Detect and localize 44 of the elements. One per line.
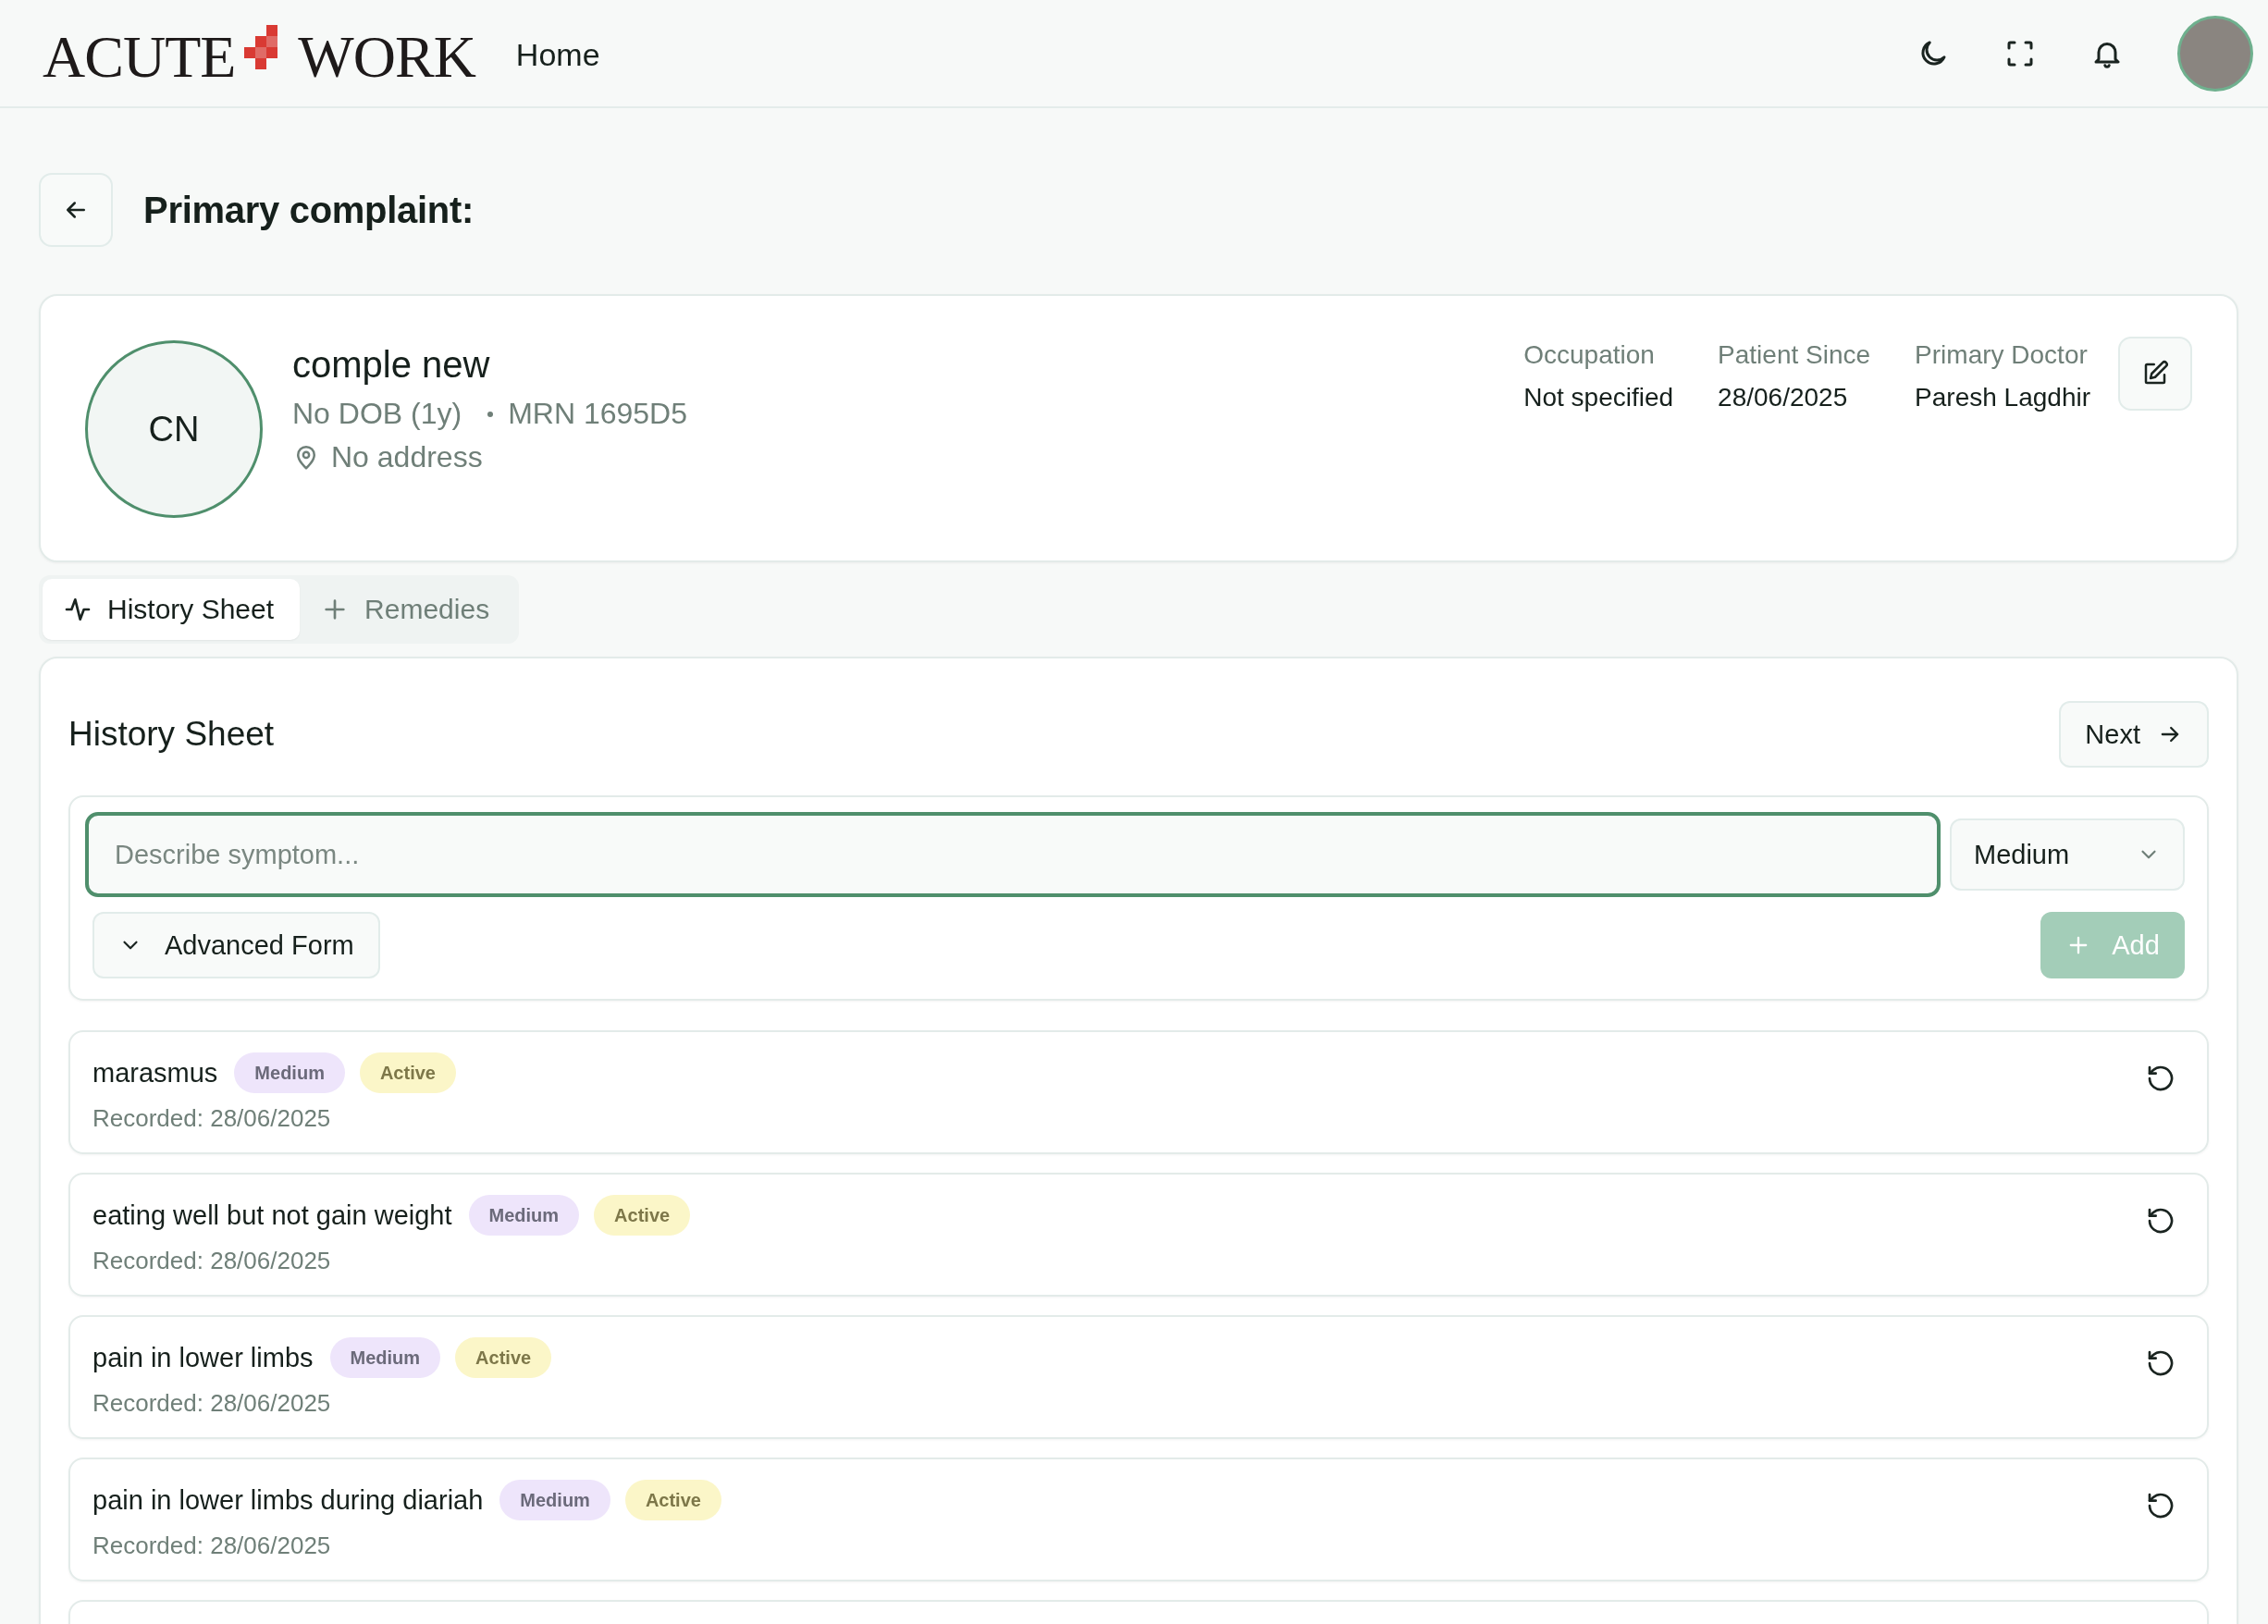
detail-label: Primary Doctor	[1915, 340, 2089, 370]
rotate-ccw-icon[interactable]	[2146, 1064, 2176, 1093]
patient-name: comple new	[292, 344, 491, 386]
patient-mrn: MRN 1695D5	[508, 397, 687, 431]
advanced-form-button[interactable]: Advanced Form	[92, 912, 380, 978]
status-tag: Active	[455, 1337, 552, 1378]
rotate-ccw-icon[interactable]	[2146, 1348, 2176, 1378]
initials-avatar: CN	[85, 340, 263, 518]
symptom-name: marasmus	[92, 1057, 218, 1089]
page-title: Primary complaint:	[143, 189, 474, 231]
bullet-dot	[487, 411, 494, 417]
detail-label: Occupation	[1523, 340, 1656, 370]
detail-value: 28/06/2025	[1718, 383, 1849, 412]
detail-value: Not specified	[1523, 383, 1674, 412]
recorded-date: Recorded: 28/06/2025	[92, 1532, 332, 1560]
detail-label: Patient Since	[1718, 340, 1871, 370]
logo-text: WORK	[298, 27, 475, 87]
detail-value: Paresh Lagdhir	[1915, 383, 2090, 412]
symptom-name: pain in lower limbs	[92, 1342, 314, 1373]
status-tag: Active	[594, 1195, 691, 1236]
symptom-input[interactable]: Describe symptom...	[85, 812, 1941, 897]
recorded-date: Recorded: 28/06/2025	[92, 1389, 332, 1418]
severity-tag: Medium	[499, 1480, 610, 1520]
status-tag: Active	[359, 1052, 456, 1093]
symptom-name: eating well but not gain weight	[92, 1200, 452, 1231]
status-tag: Active	[624, 1480, 721, 1520]
patient-dob: No DOB (1y)	[292, 397, 462, 431]
symptom-name: pain in lower limbs during diariah	[92, 1484, 484, 1516]
rotate-ccw-icon[interactable]	[2146, 1206, 2176, 1236]
severity-tag: Medium	[329, 1337, 441, 1378]
section-title: History Sheet	[68, 715, 275, 754]
severity-tag: Medium	[234, 1052, 345, 1093]
edit-button[interactable]	[2118, 337, 2192, 411]
recorded-date: Recorded: 28/06/2025	[92, 1247, 332, 1275]
logo-text: ACUTE	[43, 27, 236, 87]
nav-link[interactable]: Home	[515, 37, 600, 73]
tab[interactable]: Remedies	[300, 579, 516, 640]
next-button[interactable]: Next	[2059, 701, 2209, 768]
recorded-date: Recorded: 28/06/2025	[92, 1104, 332, 1133]
rotate-ccw-icon[interactable]	[2146, 1491, 2176, 1520]
severity-select[interactable]: Medium	[1950, 818, 2185, 891]
tab[interactable]: History Sheet	[43, 579, 301, 640]
severity-tag: Medium	[468, 1195, 580, 1236]
patient-address: No address	[331, 440, 483, 474]
